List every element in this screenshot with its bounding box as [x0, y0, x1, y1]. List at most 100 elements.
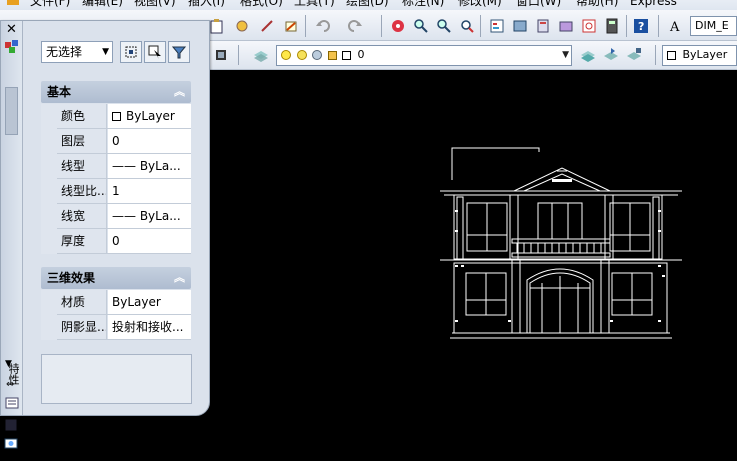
drawing-canvas[interactable] — [212, 70, 737, 461]
block-icon[interactable] — [4, 418, 18, 432]
zoom-window-icon[interactable] — [433, 15, 455, 37]
layer-state-icon[interactable] — [623, 44, 645, 66]
menu-draw[interactable]: 绘图(D) — [346, 0, 389, 10]
tool-palette-icon[interactable] — [532, 15, 554, 37]
menu-edit[interactable]: 编辑(E) — [82, 0, 123, 10]
layer-properties-icon[interactable] — [250, 44, 272, 66]
separator — [238, 45, 239, 65]
prop-row-material[interactable]: 材质 ByLayer — [57, 290, 191, 315]
prop-row-thickness[interactable]: 厚度 0 — [57, 229, 191, 254]
lock-icon — [327, 50, 337, 60]
separator — [626, 15, 627, 37]
separator — [658, 15, 659, 37]
calculator-icon[interactable] — [601, 15, 623, 37]
text-style-icon[interactable]: A — [665, 15, 687, 37]
filter-icon — [172, 46, 186, 59]
close-icon[interactable]: ✕ — [6, 23, 17, 36]
zoom-previous-icon[interactable] — [456, 15, 478, 37]
block-editor-icon[interactable] — [280, 15, 302, 37]
redo-icon[interactable] — [344, 15, 366, 37]
menu-file[interactable]: 文件(F) — [30, 0, 70, 10]
color-swatch — [667, 50, 676, 60]
collapse-icon[interactable]: ︽ — [174, 267, 185, 289]
layer-manager-small-icon[interactable] — [210, 44, 232, 66]
prop-row-linetype-scale[interactable]: 线型比... 1 — [57, 179, 191, 204]
help-icon[interactable]: ? — [630, 15, 652, 37]
menu-insert[interactable]: 插入(I) — [188, 0, 225, 10]
menu-express[interactable]: Express — [630, 0, 677, 10]
brush-icon[interactable] — [256, 15, 278, 37]
menu-dimension[interactable]: 标注(N) — [402, 0, 444, 10]
prop-value[interactable]: —— ByLa... — [108, 204, 191, 228]
prop-value[interactable]: 投射和接收... — [108, 315, 191, 339]
prop-value[interactable]: ByLayer — [108, 104, 191, 128]
palette-menu-icon[interactable] — [5, 397, 19, 412]
menu-window[interactable]: 窗口(W) — [516, 0, 561, 10]
prop-row-lineweight[interactable]: 线宽 —— ByLa... — [57, 204, 191, 229]
prop-row-linetype[interactable]: 线型 —— ByLa... — [57, 154, 191, 179]
camera-icon[interactable] — [4, 436, 18, 450]
make-current-layer-icon[interactable] — [577, 44, 599, 66]
section-3d-header[interactable]: 三维效果 ︽ — [41, 267, 191, 289]
section-indent — [41, 290, 57, 340]
zoom-realtime-icon[interactable] — [410, 15, 432, 37]
prop-row-layer[interactable]: 图层 0 — [57, 129, 191, 154]
undo-icon[interactable] — [312, 15, 334, 37]
prop-name: 线型 — [57, 154, 107, 178]
properties-palette[interactable]: ✕ ▼ 特性 ⇔ 无选择 ▼ 基本 ︽ 颜色 ByLayer 图层 0 线型 —… — [0, 20, 210, 416]
palette-title-strip[interactable]: ✕ ▼ 特性 ⇔ — [1, 21, 23, 415]
prop-name: 阴影显... — [57, 315, 107, 339]
quick-select-button[interactable] — [168, 41, 190, 63]
svg-text:?: ? — [638, 20, 644, 33]
separator — [305, 15, 306, 37]
menu-tools[interactable]: 工具(T) — [294, 0, 335, 10]
layer-previous-icon[interactable] — [600, 44, 622, 66]
menu-help[interactable]: 帮助(H) — [576, 0, 618, 10]
properties-icon[interactable] — [4, 39, 20, 58]
selection-combo[interactable]: 无选择 ▼ — [41, 41, 113, 63]
prop-name: 颜色 — [57, 104, 107, 128]
properties-toolbar-icon[interactable] — [486, 15, 508, 37]
prop-row-color[interactable]: 颜色 ByLayer — [57, 104, 191, 129]
prop-row-shadow-display[interactable]: 阴影显... 投射和接收... — [57, 315, 191, 340]
match-properties-icon[interactable] — [231, 15, 253, 37]
separator — [480, 15, 481, 37]
toggle-pickadd-button[interactable] — [120, 41, 142, 63]
prop-name: 材质 — [57, 290, 107, 314]
color-value: ByLayer — [682, 48, 728, 61]
select-objects-icon — [148, 45, 161, 59]
chevron-down-icon: ▼ — [562, 50, 569, 60]
selection-value: 无选择 — [46, 45, 83, 59]
select-objects-button[interactable] — [144, 41, 166, 63]
menu-format[interactable]: 格式(O) — [240, 0, 283, 10]
sun-icon — [296, 50, 307, 60]
prop-value[interactable]: —— ByLa... — [108, 154, 191, 178]
prop-value[interactable]: 0 — [108, 229, 191, 253]
dimstyle-combo[interactable]: DIM_E — [690, 16, 737, 36]
palette-strip-scroll[interactable] — [5, 87, 18, 135]
color-swatch — [112, 112, 121, 121]
color-combo[interactable]: ByLayer — [662, 45, 737, 66]
menu-modify[interactable]: 修改(M) — [458, 0, 502, 10]
section-general-header[interactable]: 基本 ︽ — [41, 81, 191, 103]
separator — [655, 45, 656, 65]
auto-hide-icon[interactable]: ⇔ — [6, 379, 14, 390]
design-center-icon[interactable] — [509, 15, 531, 37]
layer-name-value: 0 — [357, 48, 365, 61]
collapse-icon[interactable]: ︽ — [174, 81, 185, 103]
prop-value-text: ByLayer — [126, 109, 175, 123]
sheet-set-icon[interactable] — [555, 15, 577, 37]
description-box — [41, 354, 192, 404]
prop-value[interactable]: 1 — [108, 179, 191, 203]
section-3d-title: 三维效果 — [47, 271, 96, 285]
menu-bar: 文件(F) 编辑(E) 视图(V) 插入(I) 格式(O) 工具(T) 绘图(D… — [0, 0, 737, 10]
separator — [381, 15, 382, 37]
markup-icon[interactable] — [578, 15, 600, 37]
layer-combo[interactable]: 0 ▼ — [276, 45, 572, 66]
prop-name: 线宽 — [57, 204, 107, 228]
prop-value[interactable]: 0 — [108, 129, 191, 153]
prop-value[interactable]: ByLayer — [108, 290, 191, 314]
menu-view[interactable]: 视图(V) — [134, 0, 176, 10]
pan-icon[interactable] — [387, 15, 409, 37]
section-indent — [41, 104, 57, 254]
